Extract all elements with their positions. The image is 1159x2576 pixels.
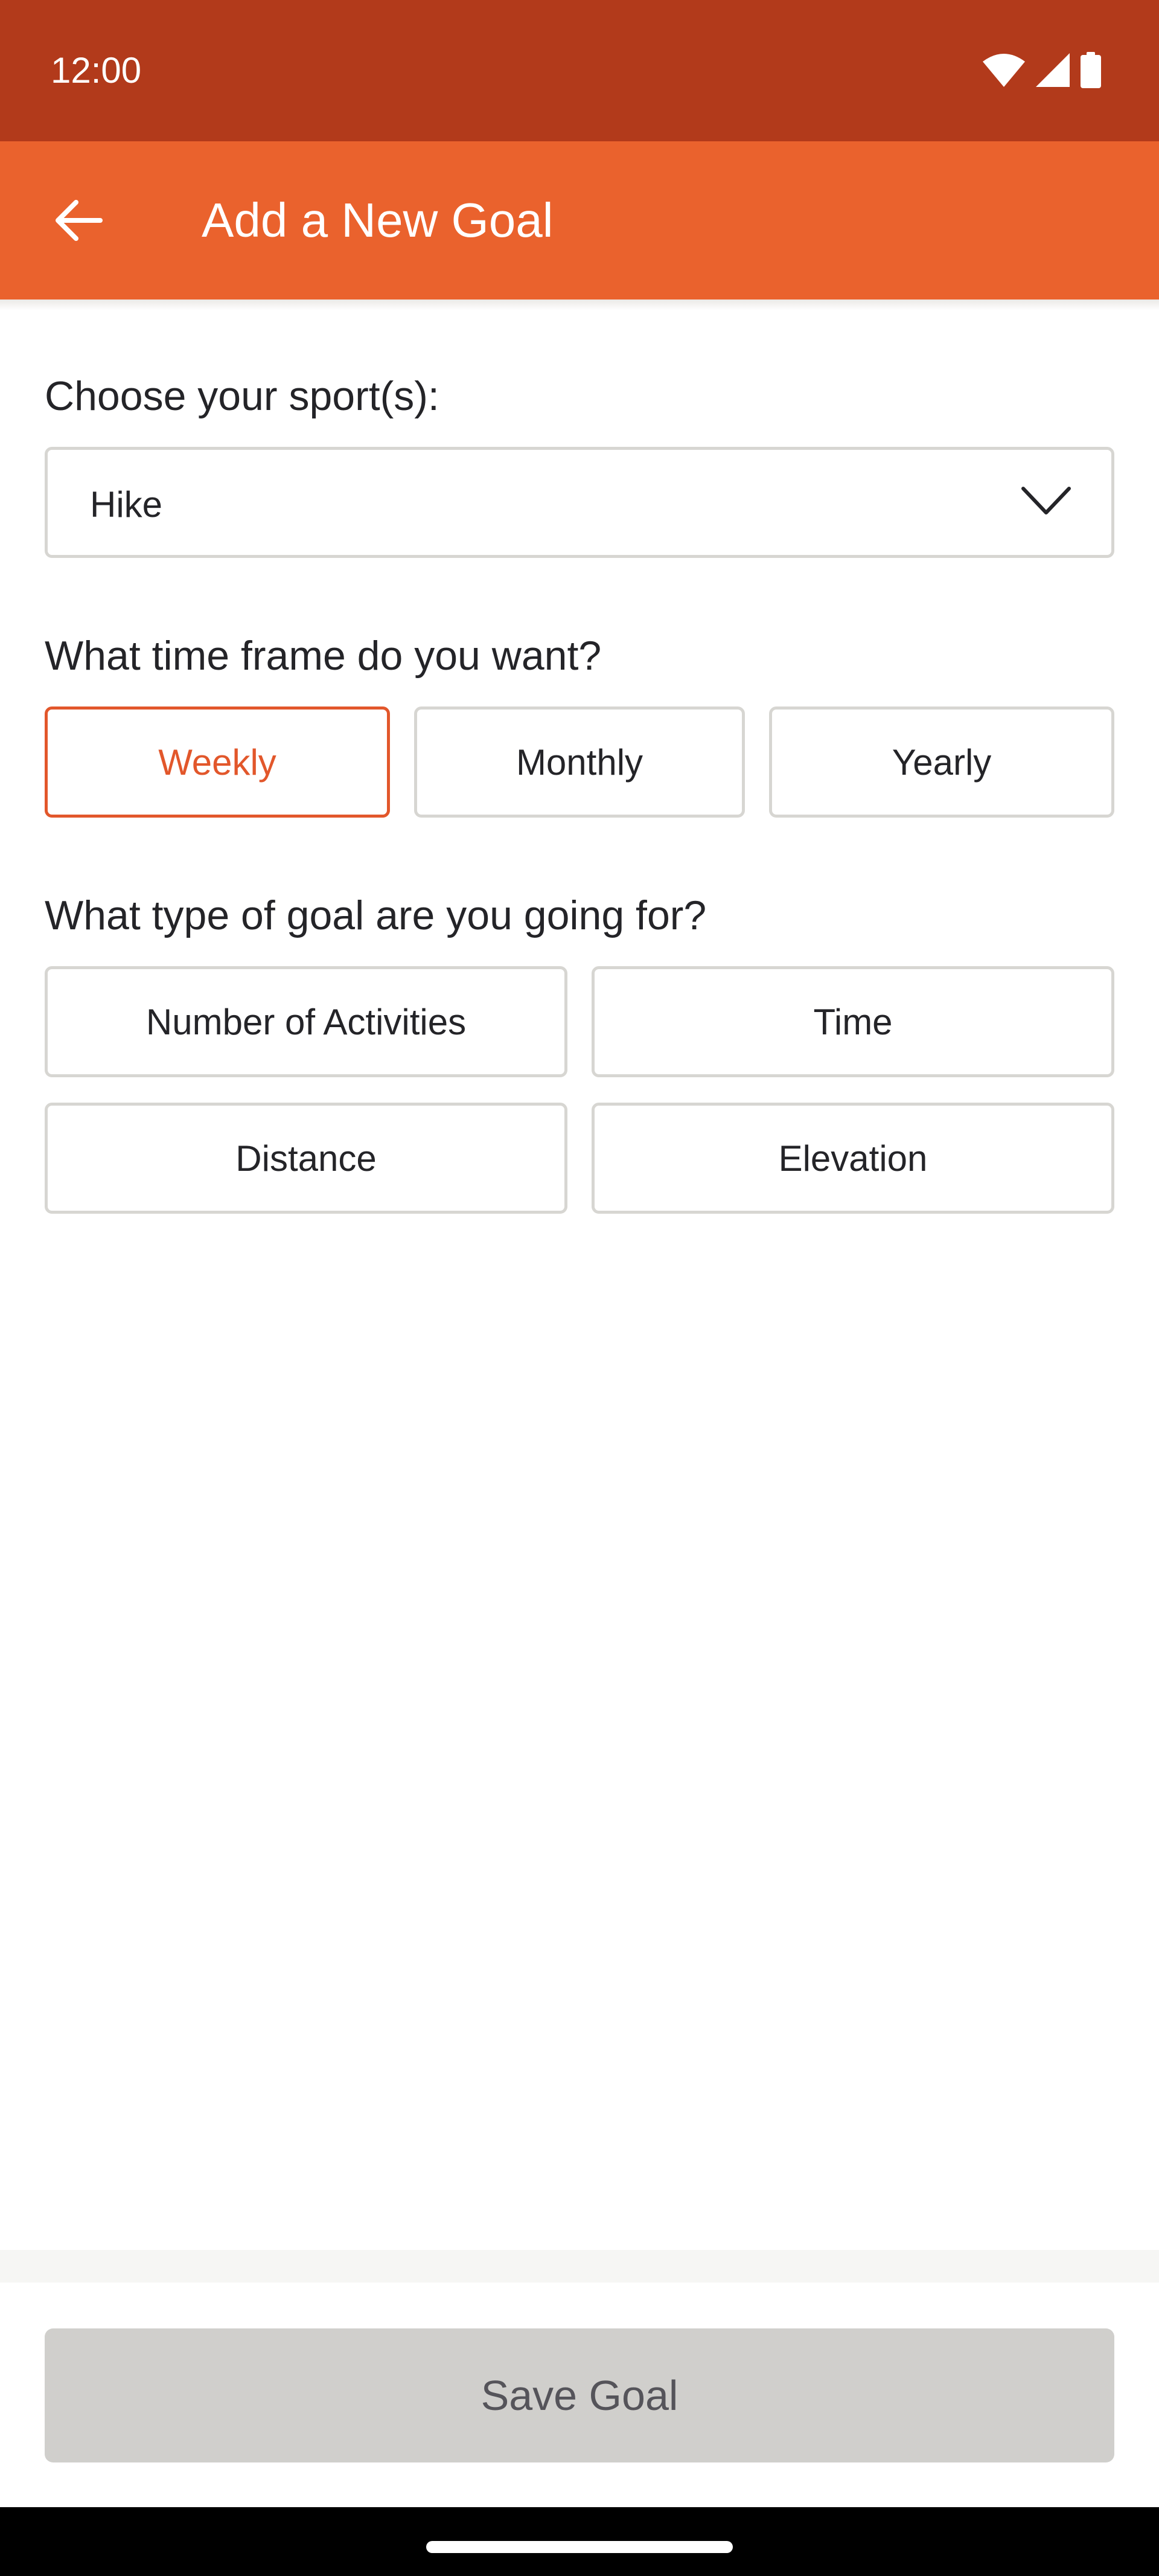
option-label: Elevation [778,1138,928,1179]
cellular-signal-icon [1036,53,1070,87]
app-bar: Add a New Goal [0,141,1159,300]
home-gesture-handle[interactable] [426,2541,733,2553]
system-navigation-bar [0,2507,1159,2576]
time-frame-option-yearly[interactable]: Yearly [769,706,1114,818]
status-time: 12:00 [51,50,142,91]
time-frame-option-monthly[interactable]: Monthly [414,706,745,818]
back-button[interactable] [42,184,115,257]
option-label: Number of Activities [145,1001,467,1042]
option-label: Weekly [158,742,276,783]
goal-type-option-elevation[interactable]: Elevation [592,1103,1114,1214]
goal-type-option-time[interactable]: Time [592,966,1114,1077]
footer-divider [0,2250,1159,2283]
save-goal-label: Save Goal [481,2372,678,2419]
status-bar: 12:00 [0,0,1159,141]
goal-type-option-distance[interactable]: Distance [45,1103,567,1214]
option-label: Yearly [892,742,992,783]
time-frame-option-weekly[interactable]: Weekly [45,706,390,818]
sport-dropdown[interactable]: Hike [45,447,1114,558]
sport-dropdown-value: Hike [90,484,163,525]
wifi-icon [983,53,1025,87]
goal-type-option-number-of-activities[interactable]: Number of Activities [45,966,567,1077]
option-label: Monthly [516,742,643,783]
time-frame-section-title: What time frame do you want? [45,633,602,679]
option-label: Time [813,1001,893,1042]
chevron-down-icon [1021,484,1071,521]
option-label: Distance [235,1138,377,1179]
save-goal-button[interactable]: Save Goal [45,2328,1114,2462]
app-bar-shadow [0,300,1159,310]
status-icons [983,51,1101,89]
page-title: Add a New Goal [202,193,554,247]
goal-type-section-title: What type of goal are you going for? [45,892,707,938]
arrow-left-icon [56,200,103,241]
battery-icon [1081,52,1101,88]
sport-section-title: Choose your sport(s): [45,373,439,419]
